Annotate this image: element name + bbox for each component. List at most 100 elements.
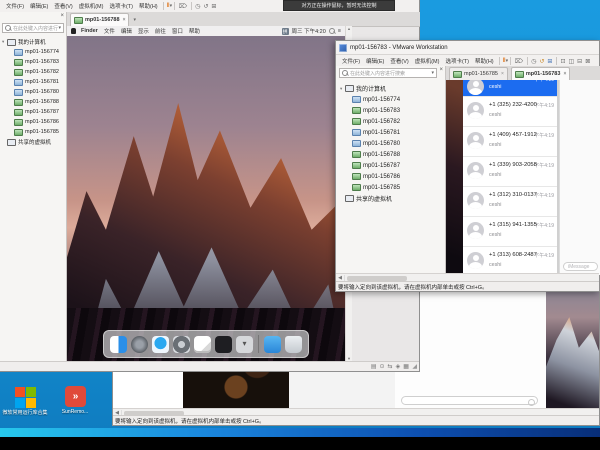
- menu-view[interactable]: 查看(V): [387, 57, 411, 65]
- tree-vm-item[interactable]: mp01-156781: [2, 77, 65, 87]
- messages-icon[interactable]: [152, 336, 169, 353]
- tree-vm-item[interactable]: mp01-156774: [340, 94, 444, 105]
- front-vm-screen[interactable]: … ceshi 下午4:19 +1 (325) 232-4200 ceshi 下…: [446, 80, 600, 275]
- terminal-icon[interactable]: [215, 336, 232, 353]
- taskbar-strip[interactable]: [0, 428, 600, 437]
- tree-vm-item[interactable]: mp01-156788: [340, 149, 444, 160]
- fullscreen-icon[interactable]: ⊟: [576, 58, 584, 65]
- menu-help[interactable]: 帮助(H): [472, 57, 497, 65]
- device-sound-icon[interactable]: ◈: [394, 363, 402, 370]
- menu-tabs[interactable]: 选项卡(T): [442, 57, 472, 65]
- tree-my-computer[interactable]: ▾我的计算机: [340, 83, 444, 94]
- search-dropdown-icon[interactable]: ▾: [58, 25, 61, 31]
- show-library-icon[interactable]: ◫: [567, 58, 576, 65]
- desktop-icon-sunremo[interactable]: » SunRemo...: [52, 386, 98, 415]
- emoji-icon[interactable]: [528, 399, 535, 406]
- contact-row[interactable]: +1 (409) 457-1912 ceshi 下午4:19: [463, 127, 557, 157]
- macos-menu-show[interactable]: 显示: [135, 27, 152, 35]
- menu-vm[interactable]: 虚拟机(M): [412, 57, 443, 65]
- menu-edit[interactable]: 编辑(E): [27, 2, 51, 10]
- menu-file[interactable]: 文件(F): [339, 57, 363, 65]
- macos-menu-go[interactable]: 前往: [152, 27, 169, 35]
- menu-tabs[interactable]: 选项卡(T): [106, 2, 136, 10]
- library-close-icon[interactable]: ×: [439, 67, 443, 73]
- tree-vm-item[interactable]: mp01-156782: [340, 116, 444, 127]
- contact-row[interactable]: +1 (315) 941-1355 ceshi 下午4:19: [463, 217, 557, 247]
- tree-vm-item[interactable]: mp01-156781: [340, 127, 444, 138]
- snapshot-revert-icon[interactable]: ↺: [538, 58, 546, 65]
- tab-mp01-156783[interactable]: mp01-156783 ×: [511, 67, 570, 80]
- menu-help[interactable]: 帮助(H): [136, 2, 161, 10]
- library-search[interactable]: 在此处键入内容进行搜索 ▾: [2, 23, 64, 33]
- tree-vm-item[interactable]: mp01-156780: [340, 138, 444, 149]
- console-view-icon[interactable]: ⊡: [559, 58, 567, 65]
- tree-vm-item[interactable]: mp01-156786: [340, 171, 444, 182]
- power-dropdown-icon[interactable]: ▾: [506, 58, 509, 64]
- tree-shared-vms[interactable]: 共享的虚拟机: [2, 137, 65, 147]
- tree-vm-item[interactable]: mp01-156785: [340, 182, 444, 193]
- tab-close-icon[interactable]: ×: [563, 71, 566, 77]
- tree-my-computer[interactable]: ▾我的计算机: [2, 37, 65, 47]
- textedit-icon[interactable]: [194, 336, 211, 353]
- send-ctrl-alt-del-icon[interactable]: ⌦: [513, 58, 524, 65]
- input-method-icon[interactable]: 拼: [282, 28, 289, 35]
- scroll-up-icon[interactable]: ▴: [348, 26, 350, 32]
- system-preferences-icon[interactable]: [173, 336, 190, 353]
- contact-row[interactable]: +1 (313) 608-2487 ceshi 下午4:19: [463, 247, 557, 275]
- resize-grip[interactable]: ◢: [412, 363, 417, 370]
- macos-menu-edit[interactable]: 编辑: [118, 27, 135, 35]
- tree-vm-item[interactable]: mp01-156786: [2, 117, 65, 127]
- notification-center-icon[interactable]: ≡: [338, 28, 341, 34]
- snapshot-take-icon[interactable]: ◷: [530, 58, 538, 65]
- tab-close-icon[interactable]: ×: [123, 17, 126, 23]
- snapshot-manager-icon[interactable]: ⊞: [210, 3, 218, 10]
- tree-vm-item[interactable]: mp01-156787: [340, 160, 444, 171]
- menu-file[interactable]: 文件(F): [3, 2, 27, 10]
- library-search[interactable]: 在此处键入内容进行搜索 ▾: [339, 68, 437, 78]
- send-ctrl-alt-del-icon[interactable]: ⌦: [177, 3, 188, 10]
- contact-row[interactable]: +1 (339) 903-2058 ceshi 下午4:19: [463, 157, 557, 187]
- message-input[interactable]: [401, 396, 538, 405]
- device-network-icon[interactable]: ⇆: [386, 363, 394, 370]
- contact-row-selected[interactable]: … ceshi 下午4:19: [463, 80, 557, 97]
- device-printer-icon[interactable]: ▦: [402, 363, 411, 370]
- spotlight-search-icon[interactable]: [329, 28, 335, 34]
- back-vm-screen[interactable]: Finder 文件 编辑 显示 前往 窗口 帮助 拼 周三 下午4:20 ≡: [67, 26, 345, 362]
- unity-view-icon[interactable]: ⊠: [584, 58, 592, 65]
- vmware-window-front[interactable]: mp01-156783 - VMware Workstation 文件(F) 编…: [335, 40, 600, 292]
- menu-vm[interactable]: 虚拟机(M): [76, 2, 107, 10]
- front-titlebar[interactable]: mp01-156783 - VMware Workstation: [336, 41, 599, 55]
- snapshot-manager-icon[interactable]: ⊞: [546, 58, 554, 65]
- tree-vm-item[interactable]: mp01-156787: [2, 107, 65, 117]
- installer-icon[interactable]: ▾: [236, 336, 253, 353]
- contact-row[interactable]: +1 (325) 232-4200 ceshi 下午4:19: [463, 97, 557, 127]
- library-close-icon[interactable]: ×: [60, 13, 64, 19]
- menu-view[interactable]: 查看(V): [51, 2, 75, 10]
- macos-menu-window[interactable]: 窗口: [169, 27, 186, 35]
- macos-menu-finder[interactable]: Finder: [78, 28, 101, 34]
- tab-close-icon[interactable]: ×: [501, 71, 504, 77]
- search-dropdown-icon[interactable]: ▾: [431, 70, 434, 76]
- launchpad-icon[interactable]: [131, 336, 148, 353]
- tree-vm-item[interactable]: mp01-156782: [2, 67, 65, 77]
- downloads-folder-icon[interactable]: [264, 336, 281, 353]
- contact-row[interactable]: +1 (312) 310-0137 ceshi 下午4:19: [463, 187, 557, 217]
- finder-icon[interactable]: [110, 336, 127, 353]
- scrollbar-thumb[interactable]: [347, 276, 407, 281]
- tree-vm-item[interactable]: mp01-156783: [2, 57, 65, 67]
- message-input[interactable]: iMessage: [563, 262, 598, 271]
- tab-list-icon[interactable]: ▾: [133, 17, 136, 23]
- apple-logo-icon[interactable]: [71, 28, 76, 34]
- tree-vm-item[interactable]: mp01-156774: [2, 47, 65, 57]
- device-hdd-icon[interactable]: ▤: [369, 363, 378, 370]
- tree-shared-vms[interactable]: 共享的虚拟机: [340, 193, 444, 204]
- tree-vm-item[interactable]: mp01-156788: [2, 97, 65, 107]
- tree-vm-item[interactable]: mp01-156780: [2, 87, 65, 97]
- tree-vm-item[interactable]: mp01-156785: [2, 127, 65, 137]
- menubar-clock[interactable]: 周三 下午4:20: [292, 27, 326, 35]
- tab-mp01-156785[interactable]: mp01-156785 ×: [449, 67, 508, 80]
- power-dropdown-icon[interactable]: ▾: [170, 3, 173, 9]
- macos-menu-file[interactable]: 文件: [101, 27, 118, 35]
- snapshot-revert-icon[interactable]: ↺: [202, 3, 210, 10]
- tree-vm-item[interactable]: mp01-156783: [340, 105, 444, 116]
